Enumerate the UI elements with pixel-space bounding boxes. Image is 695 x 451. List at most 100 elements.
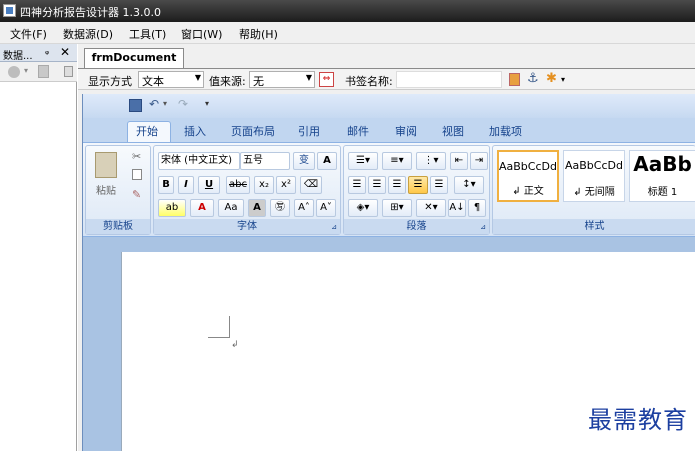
tab-addins[interactable]: 加载项	[489, 123, 522, 139]
add-icon[interactable]	[8, 66, 20, 78]
pin-icon[interactable]: ᵩ	[45, 46, 49, 57]
font-group-label: 字体	[154, 219, 340, 234]
borders-icon[interactable]: ⊞▾	[382, 199, 412, 217]
copy-icon[interactable]	[132, 169, 142, 180]
tab-home[interactable]: 开始	[136, 123, 158, 139]
bookmark-label: 书签名称:	[345, 75, 393, 88]
cut-icon[interactable]: ✂	[132, 150, 141, 163]
shrink-font-icon[interactable]: A˅	[316, 199, 336, 217]
edit-icon[interactable]	[38, 65, 49, 78]
tab-insert[interactable]: 插入	[184, 123, 206, 139]
redo-icon[interactable]: ↷	[178, 97, 188, 111]
font-size-select[interactable]: 五号	[240, 152, 290, 170]
line-spacing-icon[interactable]: ↕▾	[454, 176, 484, 194]
style-normal-name: ↲ 正文	[512, 186, 544, 197]
show-marks-icon[interactable]: ¶	[468, 199, 486, 217]
style-no-spacing-sample: AaBbCcDd	[565, 159, 623, 172]
character-border-icon[interactable]: A	[317, 152, 337, 170]
chevron-down-icon[interactable]: ▾	[163, 99, 167, 108]
tab-view[interactable]: 视图	[442, 123, 464, 139]
multilevel-list-icon[interactable]: ⋮▾	[416, 152, 446, 170]
bullets-icon[interactable]: ☰▾	[348, 152, 378, 170]
tab-frmdocument[interactable]: frmDocument	[84, 48, 184, 68]
paste-label[interactable]: 粘贴	[96, 182, 116, 197]
phonetic-guide-icon[interactable]: 变	[293, 152, 315, 170]
style-no-spacing[interactable]: AaBbCcDd ↲ 无间隔	[563, 150, 625, 202]
data-panel-toolbar: ▾	[0, 62, 77, 82]
clear-icon[interactable]: ⇔	[319, 72, 334, 87]
underline-icon[interactable]: U	[198, 176, 220, 194]
numbering-icon[interactable]: ≡▾	[382, 152, 412, 170]
font-name-select[interactable]: 宋体 (中文正文)	[158, 152, 240, 170]
menu-file[interactable]: 文件(F)	[10, 26, 47, 42]
dropdown-arrow-icon[interactable]: ▾	[24, 66, 28, 75]
align-center-icon[interactable]: ☰	[368, 176, 386, 194]
character-shading-icon[interactable]: A	[248, 199, 266, 217]
dialog-launcher-icon[interactable]: ⊿	[480, 223, 486, 231]
app-icon	[3, 4, 16, 17]
document-area: frmDocument 显示方式 文本 ▼ 值来源: 无 ▼ ⇔ 书签名称: ⚓…	[78, 44, 695, 451]
display-mode-select[interactable]: 文本 ▼	[138, 71, 204, 88]
change-case-icon[interactable]: Aa	[218, 199, 244, 217]
decrease-indent-icon[interactable]: ⇤	[450, 152, 468, 170]
superscript-icon[interactable]: x²	[276, 176, 296, 194]
justify-icon[interactable]: ☰	[408, 176, 428, 194]
style-heading-1[interactable]: AaBb 标题 1	[629, 150, 695, 202]
dialog-launcher-icon[interactable]: ⊿	[331, 223, 337, 231]
clipboard-icon[interactable]	[95, 152, 117, 178]
paragraph-group-label: 段落	[344, 219, 489, 234]
tab-mailings[interactable]: 邮件	[347, 123, 369, 139]
strikethrough-icon[interactable]: abc	[226, 176, 250, 194]
subscript-icon[interactable]: x₂	[254, 176, 274, 194]
clipboard-group: 粘贴 ✂ ✎ 剪贴板	[85, 145, 151, 235]
grow-font-icon[interactable]: A˄	[294, 199, 314, 217]
style-heading-1-sample: AaBb	[633, 152, 692, 176]
increase-indent-icon[interactable]: ⇥	[470, 152, 488, 170]
data-panel: 数据... ᵩ ✕ ▾	[0, 44, 77, 451]
sort-icon[interactable]: A↓	[448, 199, 466, 217]
document-page[interactable]: ↲ 最需教育	[121, 252, 695, 451]
bookmark-input[interactable]	[396, 71, 502, 88]
close-icon[interactable]: ✕	[60, 45, 70, 59]
distributed-icon[interactable]: ☰	[430, 176, 448, 194]
italic-icon[interactable]: I	[178, 176, 194, 194]
align-left-icon[interactable]: ☰	[348, 176, 366, 194]
menu-bar: 文件(F) 数据源(D) 工具(T) 窗口(W) 帮助(H)	[0, 22, 695, 44]
source-value: 无	[253, 75, 264, 88]
display-mode-label: 显示方式	[88, 75, 132, 88]
chinese-layout-icon[interactable]: ✕▾	[416, 199, 446, 217]
anchor-icon[interactable]: ⚓	[527, 71, 539, 86]
font-size-value: 五号	[243, 155, 263, 166]
highlight-icon[interactable]: ab	[158, 199, 186, 217]
save-icon[interactable]	[129, 99, 142, 112]
menu-tools[interactable]: 工具(T)	[129, 26, 166, 42]
settings-icon[interactable]: ✱	[546, 71, 557, 86]
chevron-down-icon[interactable]: ▾	[561, 75, 565, 84]
customize-qat-icon[interactable]: ▾	[205, 99, 209, 108]
menu-help[interactable]: 帮助(H)	[239, 26, 278, 42]
menu-datasource[interactable]: 数据源(D)	[63, 26, 113, 42]
tab-review[interactable]: 审阅	[395, 123, 417, 139]
format-painter-icon[interactable]: ✎	[132, 188, 141, 201]
title-bar: 四神分析报告设计器 1.3.0.0	[0, 0, 695, 22]
document-icon[interactable]	[509, 73, 520, 86]
tab-page-layout[interactable]: 页面布局	[231, 123, 275, 139]
clear-format-icon[interactable]: ⌫	[300, 176, 322, 194]
tab-references[interactable]: 引用	[298, 123, 320, 139]
undo-icon[interactable]: ↶	[149, 97, 159, 111]
data-panel-header: 数据... ᵩ ✕	[0, 44, 77, 62]
source-select[interactable]: 无 ▼	[249, 71, 315, 88]
more-icon[interactable]	[64, 66, 73, 77]
enclose-characters-icon[interactable]: ㊢	[270, 199, 290, 217]
shading-icon[interactable]: ◈▾	[348, 199, 378, 217]
style-heading-1-name: 标题 1	[647, 187, 678, 198]
font-color-icon[interactable]: A	[190, 199, 214, 217]
chevron-down-icon: ▼	[194, 73, 201, 82]
style-normal[interactable]: AaBbCcDd ↲ 正文	[497, 150, 559, 202]
property-toolbar: 显示方式 文本 ▼ 值来源: 无 ▼ ⇔ 书签名称: ⚓ ✱ ▾	[78, 68, 695, 90]
bold-icon[interactable]: B	[158, 176, 174, 194]
font-group: 宋体 (中文正文) 五号 变 A B I U abc x₂ x² ⌫ ab A …	[153, 145, 341, 235]
menu-window[interactable]: 窗口(W)	[181, 26, 222, 42]
align-right-icon[interactable]: ☰	[388, 176, 406, 194]
style-no-spacing-name: ↲ 无间隔	[573, 187, 615, 198]
